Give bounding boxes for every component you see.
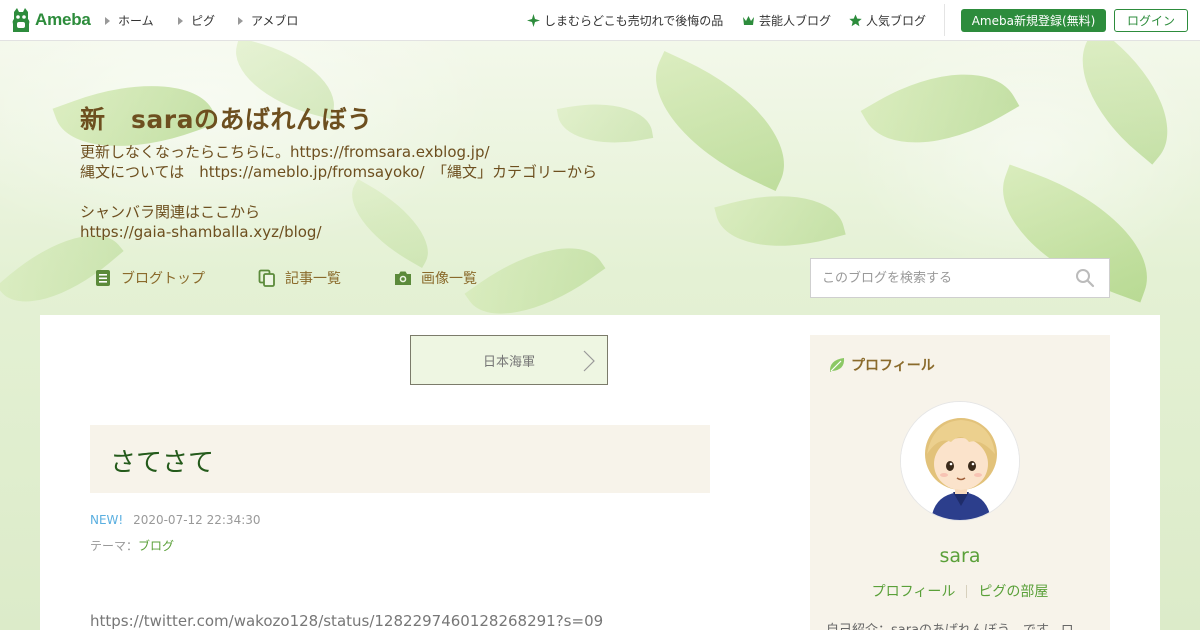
- ameba-mascot-icon: [12, 8, 30, 32]
- header-divider: [944, 4, 945, 36]
- blog-description-line: 縄文については https://ameblo.jp/fromsayoko/ 「縄…: [80, 163, 598, 181]
- promo-popular-blog-link[interactable]: 人気ブログ: [849, 12, 926, 29]
- leaf-decoration: [714, 176, 846, 266]
- profile-links: プロフィール ピグの部屋: [810, 581, 1110, 601]
- profile-heading: プロフィール: [828, 355, 935, 375]
- entry-title-box: さてさて: [90, 425, 710, 493]
- login-button[interactable]: ログイン: [1114, 9, 1188, 32]
- search-icon[interactable]: [1075, 268, 1095, 288]
- theme-next-button[interactable]: 日本海軍: [410, 335, 608, 385]
- nav-ameblo-label: アメブロ: [251, 14, 299, 28]
- promo-shimamura-label: しまむらどこも売切れで後悔の品: [544, 14, 724, 28]
- profile-sidebar: プロフィール sara プロフィール ピグの部屋: [810, 335, 1110, 630]
- image-list-label: 画像一覧: [421, 271, 477, 287]
- blog-search-input[interactable]: [811, 259, 1075, 297]
- pigg-room-link[interactable]: ピグの部屋: [978, 581, 1048, 601]
- promo-celebrity-blog-label: 芸能人ブログ: [759, 14, 832, 28]
- document-icon: [96, 270, 110, 286]
- blog-description-line: https://gaia-shamballa.xyz/blog/: [80, 223, 322, 241]
- register-button[interactable]: Ameba新規登録(無料): [961, 9, 1106, 32]
- theme-next-label: 日本海軍: [482, 354, 535, 370]
- profile-intro: 自己紹介：saraのあばれんぼう、です。ロ: [826, 619, 1074, 630]
- blog-description-line: 更新しなくなったらこちらに。https://fromsara.exblog.jp…: [80, 143, 490, 161]
- triangle-right-icon: [105, 16, 110, 25]
- promo-celebrity-blog-link[interactable]: 芸能人ブログ: [742, 12, 831, 29]
- copy-icon: [258, 269, 275, 287]
- leaf-decoration: [630, 50, 810, 192]
- star-icon: [849, 14, 862, 27]
- avatar[interactable]: [900, 401, 1020, 521]
- triangle-right-icon: [178, 16, 183, 25]
- profile-heading-label: プロフィール: [851, 358, 935, 374]
- blog-description-line: [80, 182, 597, 202]
- leaf-icon: [829, 358, 845, 372]
- theme-link[interactable]: ブログ: [138, 539, 174, 553]
- crown-icon: [743, 16, 754, 25]
- theme-prefix: テーマ：: [90, 539, 139, 553]
- triangle-right-icon: [238, 16, 243, 25]
- blog-top-label: ブログトップ: [121, 271, 205, 287]
- nav-home-label: ホーム: [118, 14, 154, 28]
- leaf-decoration: [860, 41, 1020, 176]
- profile-name[interactable]: sara: [810, 545, 1110, 567]
- blog-search-box: [810, 258, 1110, 298]
- nav-ameblo-link[interactable]: アメブロ: [238, 12, 298, 29]
- blog-title[interactable]: 新 saraのあばれんぼう: [80, 100, 372, 136]
- entry-list-label: 記事一覧: [285, 271, 341, 287]
- ameba-logo[interactable]: Ameba: [11, 7, 91, 33]
- blog-description-line: シャンバラ関連はここから: [80, 203, 261, 221]
- chevron-right-icon: [583, 350, 595, 372]
- new-badge: NEW!: [90, 513, 124, 527]
- promo-shimamura-link[interactable]: しまむらどこも売切れで後悔の品: [527, 12, 723, 29]
- nav-home-link[interactable]: ホーム: [105, 12, 154, 29]
- entry-body-link[interactable]: https://twitter.com/wakozo128/status/128…: [90, 612, 603, 630]
- avatar-image: [901, 402, 1019, 520]
- sparkle-icon: [527, 14, 540, 27]
- blog-description: 更新しなくなったらこちらに。https://fromsara.exblog.jp…: [80, 142, 597, 242]
- camera-icon: [395, 271, 411, 285]
- blog-top-link[interactable]: ブログトップ: [94, 268, 205, 288]
- leaf-decoration: [1052, 41, 1198, 165]
- profile-link[interactable]: プロフィール: [872, 581, 956, 601]
- image-list-link[interactable]: 画像一覧: [394, 268, 477, 288]
- nav-pigg-link[interactable]: ピグ: [178, 12, 215, 29]
- entry-list-link[interactable]: 記事一覧: [258, 268, 341, 288]
- ameba-logo-text: Ameba: [35, 10, 91, 29]
- link-divider: [966, 584, 968, 598]
- entry-title[interactable]: さてさて: [110, 442, 214, 479]
- entry-meta-date: NEW! 2020-07-12 22:34:30: [90, 513, 261, 527]
- nav-pigg-label: ピグ: [191, 14, 216, 28]
- promo-popular-blog-label: 人気ブログ: [866, 14, 927, 28]
- entry-datetime: 2020-07-12 22:34:30: [133, 513, 261, 527]
- entry-meta-theme: テーマ：ブログ: [90, 537, 174, 554]
